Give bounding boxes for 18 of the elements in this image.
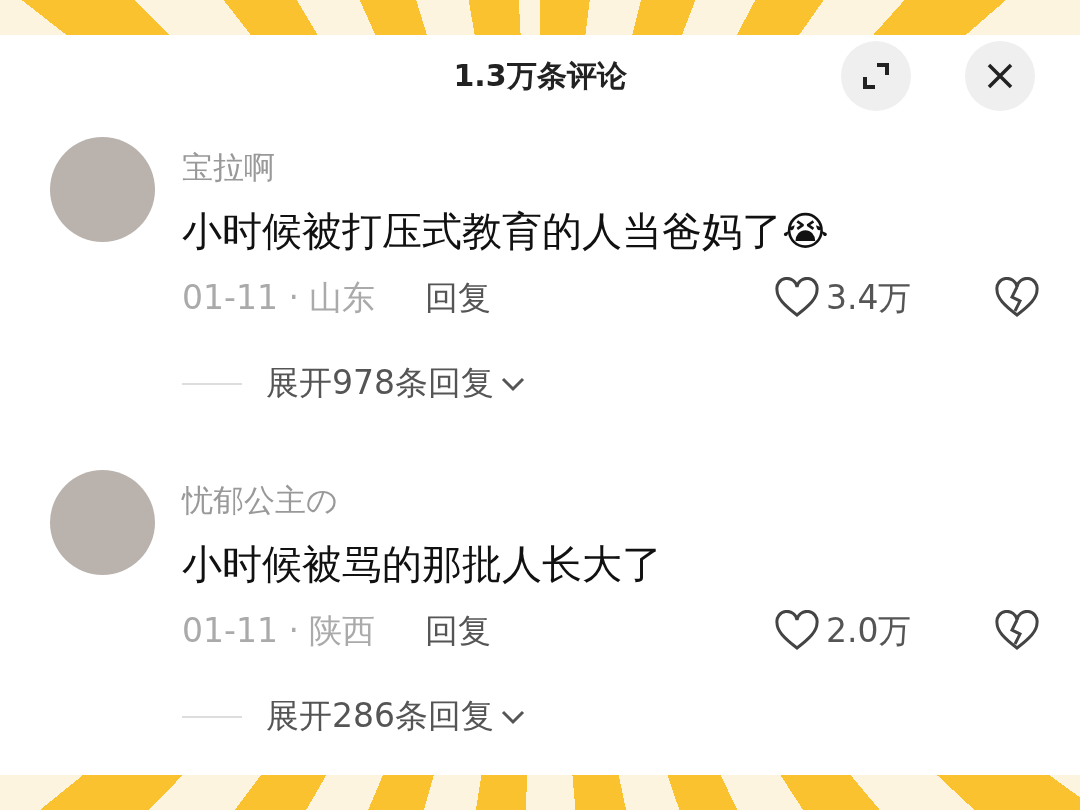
expand-replies-button[interactable]: 展开978条回复 — [266, 361, 526, 406]
comment-date-location: 01-11 · 陕西 — [182, 609, 376, 652]
like-count: 2.0万 — [826, 609, 912, 652]
chevron-down-icon — [500, 375, 526, 392]
close-icon — [985, 61, 1015, 91]
comment-text: 小时候被打压式教育的人当爸妈了😭 — [182, 207, 829, 256]
broken-heart-icon[interactable] — [994, 277, 1040, 319]
comment-date-location: 01-11 · 山东 — [182, 276, 376, 319]
reply-link[interactable]: 回复 — [425, 608, 492, 654]
panel-title: 1.3万条评论 — [453, 56, 627, 95]
chevron-down-icon — [500, 708, 526, 725]
expand-replies-button[interactable]: 展开286条回复 — [266, 694, 526, 739]
heart-icon[interactable] — [774, 277, 820, 319]
reply-link[interactable]: 回复 — [425, 275, 492, 321]
heart-icon[interactable] — [774, 610, 820, 652]
like-count: 3.4万 — [826, 276, 912, 319]
comment-text: 小时候被骂的那批人长大了 — [182, 540, 662, 589]
broken-heart-icon[interactable] — [994, 610, 1040, 652]
